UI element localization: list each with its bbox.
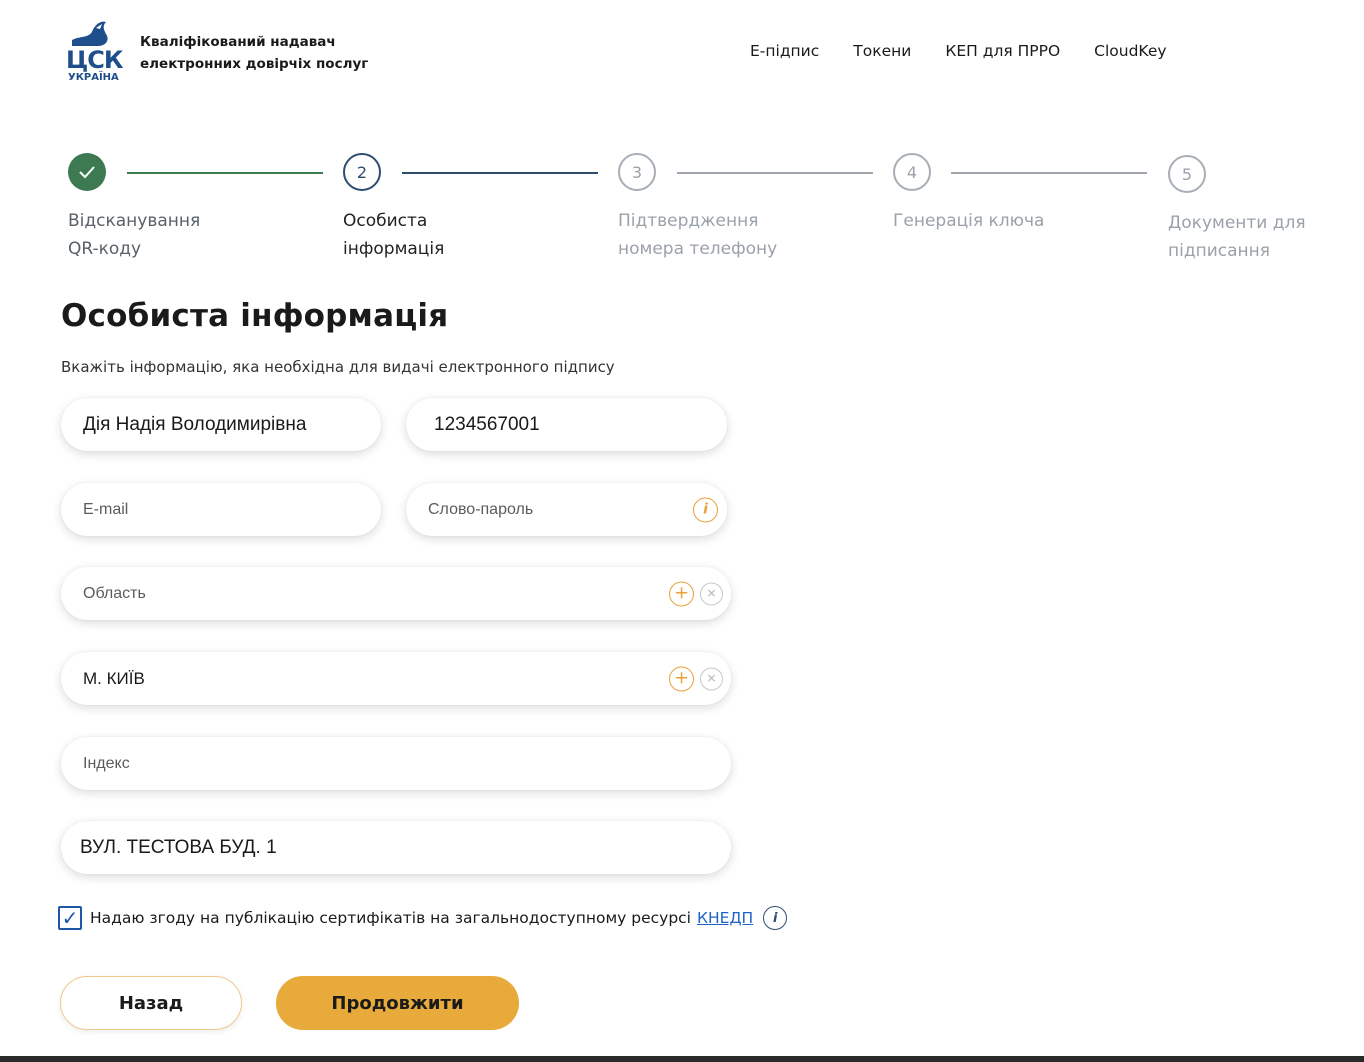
tax-id-field[interactable]: 1234567001 [406, 398, 727, 451]
top-nav: Е-підпис Токени КЕП для ПРРО CloudKey [750, 42, 1167, 60]
step-5-number: 5 [1168, 155, 1206, 193]
nav-kep-prro[interactable]: КЕП для ПРРО [945, 42, 1060, 60]
index-placeholder: Індекс [83, 754, 130, 772]
step-3-label: Підтвердження номера телефону [618, 207, 777, 263]
step-2-label: Особиста інформація [343, 207, 444, 263]
region-field[interactable]: Область + ✕ [61, 567, 731, 620]
nav-e-signature[interactable]: Е-підпис [750, 42, 819, 60]
step-3-label-line1: Підтвердження [618, 211, 759, 231]
nav-tokens[interactable]: Токени [853, 42, 911, 60]
city-value: М. КИЇВ [83, 668, 145, 688]
step-3-number: 3 [618, 153, 656, 191]
step-5-label: Документи для підписання [1168, 209, 1306, 265]
step-4-label-line1: Генерація ключа [893, 211, 1045, 231]
step-2-label-line1: Особиста [343, 211, 428, 231]
page-subtitle: Вкажіть інформацію, яка необхідна для ви… [61, 358, 615, 376]
email-placeholder: E-mail [83, 500, 129, 518]
full-name-field[interactable]: Дія Надія Володимирівна [61, 398, 381, 451]
step-1-check-icon [68, 153, 106, 191]
bottom-border [0, 1056, 1364, 1062]
region-placeholder: Область [83, 584, 146, 602]
step-connector-2 [402, 172, 598, 174]
index-field[interactable]: Індекс [61, 737, 731, 790]
step-5-label-line2: підписання [1168, 241, 1270, 261]
step-4-label: Генерація ключа [893, 207, 1044, 235]
step-1-label-line2: QR-коду [68, 239, 142, 259]
org-name-line1: Кваліфікований надавач [140, 34, 336, 50]
logo[interactable]: ЦСК УКРАЇНА [66, 18, 123, 84]
password-placeholder: Слово-пароль [428, 500, 534, 518]
logo-subtext: УКРАЇНА [68, 72, 119, 83]
step-4-number: 4 [893, 153, 931, 191]
address-value: ВУЛ. ТЕСТОВА БУД. 1 [80, 836, 277, 858]
step-1-label-line1: Відсканування [68, 211, 201, 231]
step-3-label-line2: номера телефону [618, 239, 778, 259]
step-2-number: 2 [343, 153, 381, 191]
step-connector-1 [127, 172, 323, 174]
full-name-value: Дія Надія Володимирівна [83, 413, 307, 435]
step-5-label-line1: Документи для [1168, 213, 1306, 233]
back-button[interactable]: Назад [60, 976, 242, 1030]
step-1-label: Відсканування QR-коду [68, 207, 200, 263]
consent-info-icon[interactable]: i [763, 906, 788, 930]
consent-checkbox[interactable]: ✓ [58, 906, 82, 930]
step-2-label-line2: інформація [343, 239, 445, 259]
email-field[interactable]: E-mail [61, 483, 381, 536]
address-field[interactable]: ВУЛ. ТЕСТОВА БУД. 1 [61, 821, 731, 874]
password-field[interactable]: Слово-пароль i [406, 483, 727, 536]
page-title: Особиста інформація [61, 298, 449, 334]
region-clear-icon[interactable]: ✕ [700, 582, 723, 605]
org-name: Кваліфікований надавач електронних довір… [140, 31, 368, 75]
continue-button[interactable]: Продовжити [276, 976, 519, 1030]
tax-id-value: 1234567001 [434, 413, 540, 435]
step-connector-4 [951, 172, 1147, 174]
region-add-icon[interactable]: + [669, 581, 694, 606]
nav-cloudkey[interactable]: CloudKey [1094, 42, 1166, 60]
password-info-icon[interactable]: i [693, 497, 718, 522]
city-field[interactable]: М. КИЇВ + ✕ [61, 652, 731, 705]
consent-text: Надаю згоду на публікацію сертифікатів н… [90, 909, 691, 927]
consent-row: ✓ Надаю згоду на публікацію сертифікатів… [58, 906, 788, 930]
step-connector-3 [677, 172, 873, 174]
org-name-line2: електронних довірчіх послуг [140, 56, 369, 72]
city-add-icon[interactable]: + [669, 666, 694, 691]
logo-text: ЦСК [66, 46, 123, 74]
knedp-link[interactable]: КНЕДП [697, 909, 753, 927]
city-clear-icon[interactable]: ✕ [700, 667, 723, 690]
